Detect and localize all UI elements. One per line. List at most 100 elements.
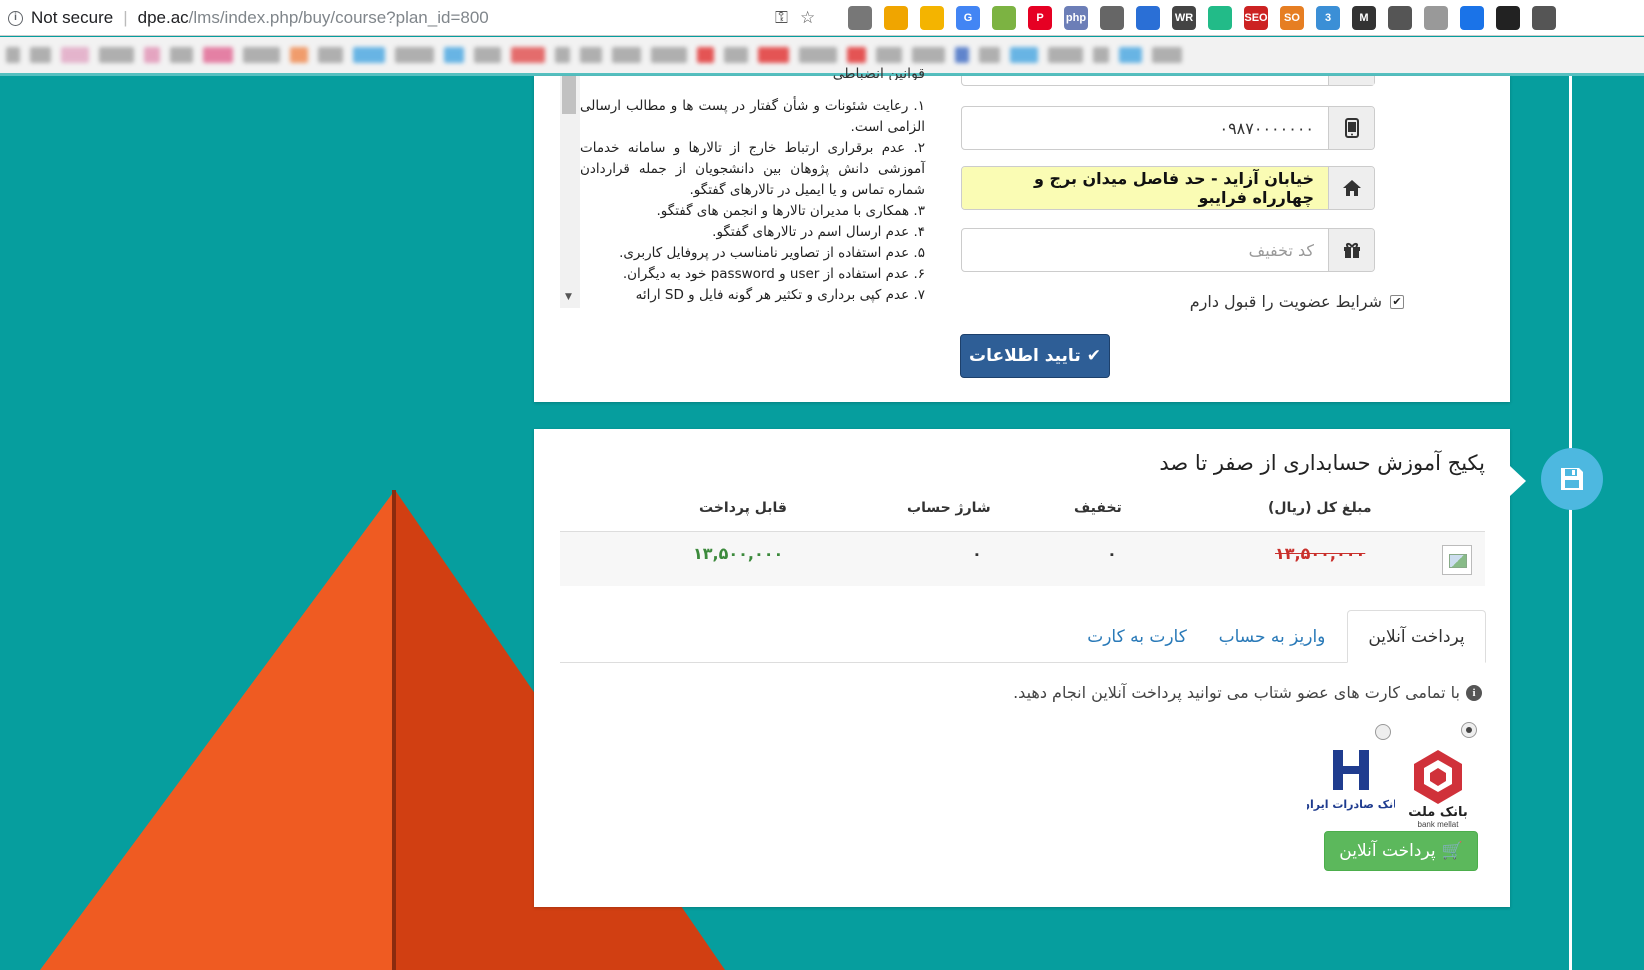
bank-mellat-subtitle: bank mellat [1418, 820, 1460, 828]
bookmark-item[interactable] [144, 47, 160, 63]
bookmark-item[interactable] [1093, 47, 1109, 63]
floppy-disk-icon [1561, 468, 1583, 490]
seo-icon[interactable]: SEO [1244, 6, 1268, 30]
eyedropper-icon[interactable] [884, 6, 908, 30]
tool-icon[interactable] [1100, 6, 1124, 30]
terms-content: ۱. رعایت شئونات و شأن گفتار در پست ها و … [580, 96, 925, 306]
bookmark-item[interactable] [955, 47, 969, 63]
url-path[interactable]: /lms/index.php/buy/course?plan_id=800 [189, 8, 489, 28]
bookmark-item[interactable] [61, 47, 89, 63]
bookmark-item[interactable] [511, 47, 545, 63]
check-circle-icon[interactable] [1460, 6, 1484, 30]
exit-icon[interactable] [1532, 6, 1556, 30]
browser-toolbar: i Not secure | dpe.ac/lms/index.php/buy/… [0, 0, 1644, 36]
bookmark-item[interactable] [651, 47, 687, 63]
translate-icon[interactable]: G [956, 6, 980, 30]
bookmark-item[interactable] [1152, 47, 1182, 63]
bank-saderat-logo[interactable]: بانک صادرات ایران [1301, 748, 1401, 818]
omnibox-separator: | [123, 8, 128, 27]
bookmark-item[interactable] [758, 47, 789, 63]
confirm-button[interactable]: ✔ تایید اطلاعات [960, 334, 1110, 378]
bookmark-item[interactable] [170, 47, 193, 63]
info-icon[interactable]: i [8, 10, 23, 26]
security-label[interactable]: Not secure [31, 8, 113, 28]
shield-icon[interactable] [920, 6, 944, 30]
bank-mellat-logo[interactable]: بانک ملت bank mellat [1398, 748, 1478, 829]
bookmark-item[interactable] [847, 47, 866, 63]
bank-mellat-name: بانک ملت [1408, 805, 1468, 820]
android-icon[interactable] [992, 6, 1016, 30]
bookmark-item[interactable] [474, 47, 501, 63]
m-icon[interactable]: M [1352, 6, 1376, 30]
cell-credit: ۰ [972, 544, 982, 563]
bird-icon[interactable] [1388, 6, 1412, 30]
bookmark-item[interactable] [395, 47, 434, 63]
chart-icon[interactable] [1208, 6, 1232, 30]
note-icon[interactable] [1424, 6, 1448, 30]
bank-saderat-radio[interactable] [1375, 724, 1391, 740]
terms-line: ۵. عدم استفاده از تصاویر نامناسب در پروف… [619, 245, 925, 261]
bookmark-item[interactable] [799, 47, 837, 63]
bookmark-item[interactable] [290, 47, 308, 63]
address-field[interactable]: خیابان آزاید - حد فاصل میدان برج و چهارر… [961, 166, 1375, 210]
scroll-down-arrow-icon[interactable]: ▼ [565, 292, 572, 302]
extensions-area: G Pphp WR SEO SO 3 M [848, 6, 1556, 30]
person-icon[interactable] [1136, 6, 1160, 30]
url-host[interactable]: dpe.ac [138, 8, 189, 28]
php-icon[interactable]: php [1064, 6, 1088, 30]
background-vertical-line [1569, 76, 1572, 970]
star-icon[interactable]: ☆ [800, 8, 815, 28]
previous-field-partial[interactable] [961, 76, 1375, 86]
accept-terms-checkbox[interactable]: ✔ [1390, 294, 1404, 309]
bookmark-item[interactable] [203, 47, 233, 63]
bookmark-item[interactable] [6, 47, 20, 63]
bookmark-item[interactable] [580, 47, 602, 63]
tab-bank-deposit[interactable]: واریز به حساب [1207, 610, 1337, 663]
pay-online-button[interactable]: 🛒 پرداخت آنلاین [1324, 831, 1478, 871]
bookmark-item[interactable] [612, 47, 641, 63]
bookmark-item[interactable] [30, 47, 51, 63]
tab-card-to-card[interactable]: کارت به کارت [1072, 610, 1202, 663]
bookmark-item[interactable] [724, 47, 748, 63]
cell-total: ۱۳,۵۰۰,۰۰۰ [1275, 544, 1366, 563]
bookmark-item[interactable] [1119, 47, 1142, 63]
tab-online-payment[interactable]: پرداخت آنلاین [1347, 610, 1486, 663]
terms-line: ۳. همکاری با مدیران تالارها و انجمن های … [656, 203, 925, 219]
address-input[interactable]: خیابان آزاید - حد فاصل میدان برج و چهارر… [962, 167, 1328, 209]
accept-terms[interactable]: ✔ شرایط عضویت را قبول دارم [1180, 292, 1404, 311]
discount-input[interactable]: کد تخفیف [962, 229, 1328, 271]
course-thumbnail [1442, 545, 1472, 575]
badge-icon[interactable]: 3 [1316, 6, 1340, 30]
bookmark-item[interactable] [1010, 47, 1038, 63]
bank-mellat-radio[interactable] [1461, 722, 1477, 738]
camera-icon[interactable] [848, 6, 872, 30]
wr-icon[interactable]: WR [1172, 6, 1196, 30]
accept-terms-label[interactable]: شرایط عضویت را قبول دارم [1190, 292, 1382, 311]
bookmark-item[interactable] [318, 47, 343, 63]
bookmark-item[interactable] [979, 47, 1000, 63]
so-icon[interactable]: SO [1280, 6, 1304, 30]
background-pyramid [40, 490, 395, 970]
bookmark-item[interactable] [99, 47, 134, 63]
bookmark-item[interactable] [876, 47, 902, 63]
phone-field[interactable]: ۰۹۸۷۰۰۰۰۰۰۰ [961, 106, 1375, 150]
bookmark-item[interactable] [697, 47, 714, 63]
bookmark-item[interactable] [1048, 47, 1083, 63]
terms-scroll-thumb[interactable] [562, 76, 576, 114]
bookmark-item[interactable] [353, 47, 385, 63]
bookmark-item[interactable] [243, 47, 280, 63]
bookmark-item[interactable] [444, 47, 464, 63]
cell-payable: ۱۳,۵۰۰,۰۰۰ [693, 544, 784, 563]
address-bar[interactable]: i Not secure | dpe.ac/lms/index.php/buy/… [0, 0, 838, 36]
terms-title: قوانین انضباطی [832, 66, 925, 80]
header-payable: قابل پرداخت [699, 500, 787, 516]
bookmark-item[interactable] [555, 47, 570, 63]
bookmark-item[interactable] [912, 47, 945, 63]
key-icon[interactable]: ⚿ [775, 8, 788, 28]
terms-scrollbar[interactable]: ▼ [560, 76, 580, 308]
phone-input[interactable]: ۰۹۸۷۰۰۰۰۰۰۰ [962, 107, 1328, 149]
save-badge[interactable] [1541, 448, 1603, 510]
download-icon[interactable] [1496, 6, 1520, 30]
pinterest-icon[interactable]: P [1028, 6, 1052, 30]
discount-field[interactable]: کد تخفیف [961, 228, 1375, 272]
